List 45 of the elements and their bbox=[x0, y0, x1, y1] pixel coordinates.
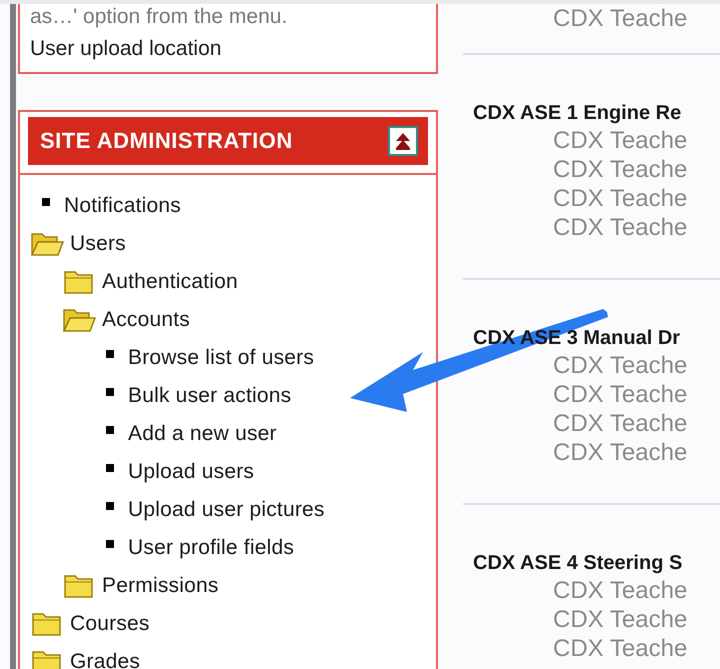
open-folder-icon bbox=[62, 307, 96, 333]
menu-link[interactable]: Upload users bbox=[128, 460, 254, 484]
menu-link[interactable]: Bulk user actions bbox=[128, 384, 292, 408]
teacher-name: CDX Teache bbox=[552, 4, 688, 33]
course-title: CDX ASE 4 Steering S bbox=[472, 551, 684, 576]
menu-link[interactable]: Add a new user bbox=[128, 422, 277, 446]
folder-link[interactable]: Courses bbox=[70, 612, 150, 636]
bullet-icon bbox=[106, 350, 114, 358]
open-folder-icon bbox=[30, 231, 64, 257]
bullet-icon bbox=[106, 540, 114, 548]
collapse-icon bbox=[394, 132, 412, 150]
teacher-name: CDX Teache bbox=[552, 351, 688, 380]
bullet-icon bbox=[106, 464, 114, 472]
teacher-name: CDX Teache bbox=[552, 213, 688, 242]
bullet-icon bbox=[42, 198, 50, 206]
teacher-name: CDX Teache bbox=[552, 576, 688, 605]
teacher-name: CDX Teache bbox=[552, 634, 688, 663]
teacher-name: CDX Teache bbox=[552, 126, 688, 155]
teacher-name: CDX Teache bbox=[552, 438, 688, 467]
upload-location-link[interactable]: User upload location bbox=[30, 34, 222, 64]
menu-link[interactable]: Notifications bbox=[64, 194, 181, 218]
folder-link[interactable]: Permissions bbox=[102, 574, 219, 598]
menu-link[interactable]: User profile fields bbox=[128, 536, 294, 560]
folder-link[interactable]: Grades bbox=[70, 650, 140, 669]
folder-icon bbox=[30, 611, 64, 637]
menu-link[interactable]: Upload user pictures bbox=[128, 498, 325, 522]
teacher-name: CDX Teache bbox=[552, 409, 688, 438]
folder-icon bbox=[62, 573, 96, 599]
teacher-name: CDX Teache bbox=[552, 380, 688, 409]
teacher-name: CDX Teache bbox=[552, 605, 688, 634]
teacher-name: CDX Teache bbox=[552, 184, 688, 213]
folder-icon bbox=[62, 269, 96, 295]
folder-link[interactable]: Accounts bbox=[102, 308, 190, 332]
collapse-button[interactable] bbox=[388, 126, 418, 156]
course-title: CDX ASE 1 Engine Re bbox=[472, 101, 682, 126]
panel-title: SITE ADMINISTRATION bbox=[40, 128, 293, 154]
folder-icon bbox=[30, 649, 64, 669]
menu-link[interactable]: Browse list of users bbox=[128, 346, 314, 370]
bullet-icon bbox=[106, 388, 114, 396]
help-text: as…' option from the menu. bbox=[30, 4, 288, 30]
folder-link[interactable]: Authentication bbox=[102, 270, 238, 294]
teacher-name: CDX Teache bbox=[552, 155, 688, 184]
bullet-icon bbox=[106, 426, 114, 434]
bullet-icon bbox=[106, 502, 114, 510]
folder-link[interactable]: Users bbox=[70, 232, 126, 256]
